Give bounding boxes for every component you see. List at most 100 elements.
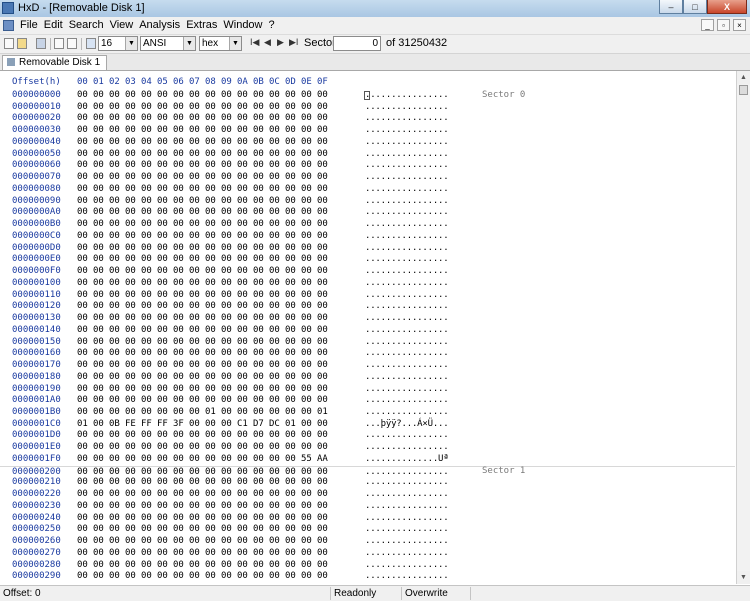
hex-byte[interactable]: 00: [253, 325, 264, 335]
hex-byte[interactable]: 00: [77, 149, 88, 159]
hex-byte[interactable]: 00: [237, 360, 248, 370]
hex-byte[interactable]: 00: [285, 113, 296, 123]
hex-byte[interactable]: 00: [221, 301, 232, 311]
hex-byte[interactable]: 00: [205, 160, 216, 170]
hex-byte[interactable]: 00: [93, 243, 104, 253]
hex-byte[interactable]: 00: [77, 219, 88, 229]
hex-byte[interactable]: 00: [205, 137, 216, 147]
hex-byte[interactable]: 00: [237, 442, 248, 452]
ascii-text[interactable]: ................: [365, 571, 449, 581]
hex-byte[interactable]: 00: [285, 454, 296, 464]
hex-byte[interactable]: 00: [317, 560, 328, 570]
hex-byte[interactable]: 00: [317, 477, 328, 487]
hex-byte[interactable]: 00: [221, 430, 232, 440]
hex-byte[interactable]: 00: [269, 477, 280, 487]
tab-removable-disk-1[interactable]: Removable Disk 1: [2, 55, 108, 70]
hex-byte[interactable]: 00: [109, 102, 120, 112]
scroll-thumb[interactable]: [739, 85, 748, 95]
hex-byte[interactable]: 00: [157, 219, 168, 229]
mdi-restore-button[interactable]: ▫: [717, 19, 730, 31]
hex-byte[interactable]: 00: [189, 337, 200, 347]
menu-edit[interactable]: Edit: [44, 19, 63, 31]
ascii-text[interactable]: ................: [365, 125, 449, 135]
hex-byte[interactable]: 00: [93, 430, 104, 440]
hex-byte[interactable]: 00: [237, 348, 248, 358]
hex-byte[interactable]: 00: [173, 243, 184, 253]
hex-byte[interactable]: 00: [109, 571, 120, 581]
hex-byte[interactable]: 00: [285, 395, 296, 405]
hex-byte[interactable]: 00: [173, 536, 184, 546]
hex-byte[interactable]: 00: [77, 207, 88, 217]
hex-byte[interactable]: 00: [253, 348, 264, 358]
hex-byte[interactable]: 00: [285, 430, 296, 440]
hex-byte[interactable]: 00: [93, 548, 104, 558]
hex-byte[interactable]: 00: [269, 467, 280, 477]
hex-byte[interactable]: 00: [93, 395, 104, 405]
hex-byte[interactable]: 00: [221, 184, 232, 194]
first-sector-button[interactable]: I◀: [250, 37, 259, 48]
next-sector-button[interactable]: ▶: [277, 37, 284, 48]
hex-byte[interactable]: 00: [285, 172, 296, 182]
hex-byte[interactable]: 00: [125, 430, 136, 440]
hex-byte[interactable]: 00: [301, 231, 312, 241]
hex-byte[interactable]: 00: [221, 442, 232, 452]
hex-byte[interactable]: 00: [237, 278, 248, 288]
hex-byte[interactable]: 00: [125, 384, 136, 394]
hex-byte[interactable]: 00: [253, 360, 264, 370]
hex-byte[interactable]: 00: [141, 278, 152, 288]
hex-byte[interactable]: 00: [141, 219, 152, 229]
hex-byte[interactable]: 00: [189, 372, 200, 382]
hex-byte[interactable]: 00: [237, 102, 248, 112]
hex-byte[interactable]: 00: [269, 407, 280, 417]
hex-byte[interactable]: 00: [237, 113, 248, 123]
hex-byte[interactable]: 00: [253, 125, 264, 135]
hex-byte[interactable]: 00: [189, 172, 200, 182]
hex-byte[interactable]: 00: [141, 113, 152, 123]
hex-byte[interactable]: 00: [317, 372, 328, 382]
hex-byte[interactable]: 00: [173, 571, 184, 581]
hex-byte[interactable]: 00: [157, 313, 168, 323]
hex-byte[interactable]: 00: [301, 266, 312, 276]
hex-byte[interactable]: 00: [205, 278, 216, 288]
hex-byte[interactable]: 00: [141, 254, 152, 264]
hex-byte[interactable]: 00: [109, 536, 120, 546]
ascii-text[interactable]: ................: [365, 231, 449, 241]
hex-byte[interactable]: 00: [125, 524, 136, 534]
hex-byte[interactable]: 00: [173, 348, 184, 358]
hex-byte[interactable]: 00: [269, 207, 280, 217]
hex-byte[interactable]: 00: [237, 160, 248, 170]
hex-byte[interactable]: 00: [157, 372, 168, 382]
hex-byte[interactable]: 00: [253, 407, 264, 417]
hex-byte[interactable]: 00: [237, 560, 248, 570]
hex-byte[interactable]: 00: [221, 278, 232, 288]
hex-byte[interactable]: 00: [221, 536, 232, 546]
hex-byte[interactable]: 00: [93, 196, 104, 206]
hex-byte[interactable]: 00: [285, 278, 296, 288]
hex-byte[interactable]: 00: [125, 301, 136, 311]
hex-byte[interactable]: 00: [157, 501, 168, 511]
hex-byte[interactable]: 00: [301, 219, 312, 229]
hex-byte[interactable]: 00: [317, 113, 328, 123]
hex-byte[interactable]: 00: [221, 372, 232, 382]
hex-byte[interactable]: 00: [253, 137, 264, 147]
hex-byte[interactable]: 00: [317, 172, 328, 182]
hex-byte[interactable]: 00: [189, 290, 200, 300]
hex-byte[interactable]: 00: [157, 513, 168, 523]
hex-byte[interactable]: 00: [317, 137, 328, 147]
hex-byte[interactable]: 00: [221, 407, 232, 417]
mdi-minimize-button[interactable]: _: [701, 19, 714, 31]
hex-byte[interactable]: 00: [157, 290, 168, 300]
hex-byte[interactable]: 00: [157, 442, 168, 452]
hex-byte[interactable]: 00: [205, 536, 216, 546]
hex-byte[interactable]: 00: [109, 548, 120, 558]
hex-byte[interactable]: 00: [301, 90, 312, 100]
hex-byte[interactable]: 00: [109, 113, 120, 123]
hex-byte[interactable]: 00: [77, 137, 88, 147]
ascii-text[interactable]: ................: [365, 372, 449, 382]
hex-byte[interactable]: 00: [301, 278, 312, 288]
hex-byte[interactable]: 00: [237, 325, 248, 335]
hex-byte[interactable]: 00: [317, 149, 328, 159]
hex-byte[interactable]: 00: [285, 137, 296, 147]
hex-byte[interactable]: 00: [189, 548, 200, 558]
hex-byte[interactable]: 00: [269, 137, 280, 147]
